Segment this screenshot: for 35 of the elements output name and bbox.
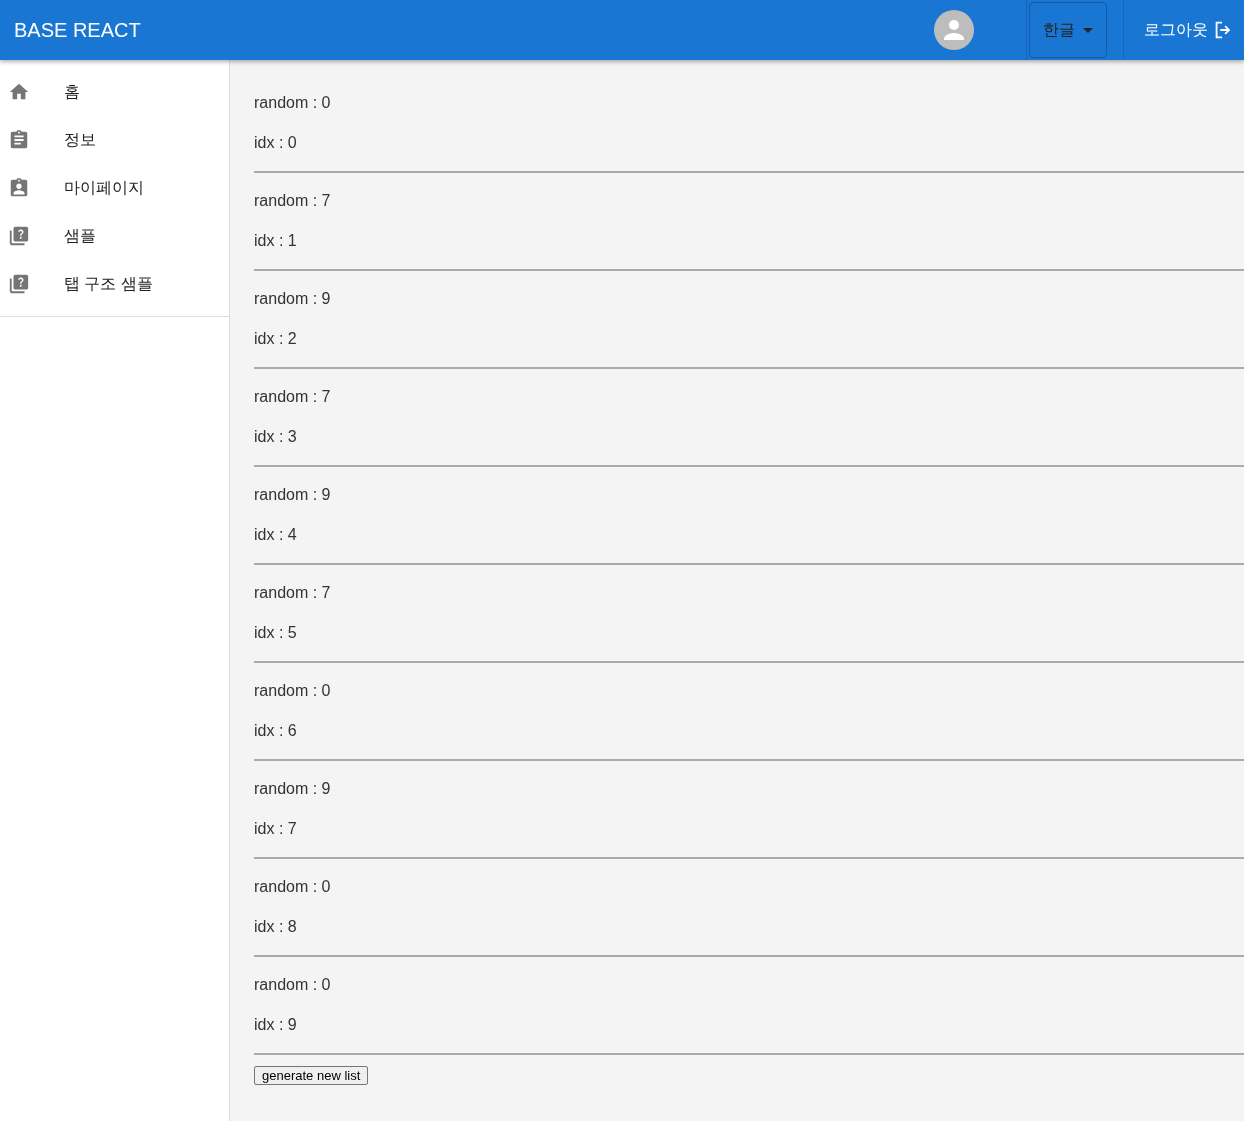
index-text: idx : 1	[254, 231, 298, 251]
clipboard-icon	[8, 129, 30, 151]
random-text: random : 0	[254, 93, 332, 113]
index-text: idx : 6	[254, 721, 298, 741]
index-text: idx : 2	[254, 329, 298, 349]
random-text: random : 9	[254, 485, 332, 505]
random-text: random : 0	[254, 877, 332, 897]
logout-button[interactable]: 로그아웃	[1124, 0, 1244, 60]
random-text: random : 9	[254, 779, 332, 799]
random-text: random : 0	[254, 681, 332, 701]
generate-button[interactable]: generate new list	[254, 1066, 369, 1085]
index-text: idx : 8	[254, 917, 298, 937]
contact-card-icon	[8, 177, 30, 199]
sidebar-item[interactable]: 정보	[0, 116, 229, 164]
sidebar-item[interactable]: 탭 구조 샘플	[0, 260, 229, 308]
random-text: random : 7	[254, 191, 332, 211]
index-text: idx : 4	[254, 525, 298, 545]
random-text: random : 7	[254, 387, 332, 407]
index-text: idx : 0	[254, 133, 298, 153]
language-dropdown[interactable]: 한글	[1029, 2, 1107, 58]
random-text: random : 9	[254, 289, 332, 309]
random-text: random : 0	[254, 975, 332, 995]
caret-icon	[1083, 27, 1093, 33]
question-book-icon	[8, 273, 30, 295]
sidebar-item[interactable]: 마이페이지	[0, 164, 229, 212]
index-text: idx : 7	[254, 819, 298, 839]
app-title: BASE REACT	[13, 18, 142, 42]
sidebar-item[interactable]: 홈	[0, 68, 229, 116]
question-book-icon	[8, 225, 30, 247]
index-text: idx : 5	[254, 623, 298, 643]
index-text: idx : 9	[254, 1015, 298, 1035]
index-text: idx : 3	[254, 427, 298, 447]
avatar-icon[interactable]	[934, 10, 974, 50]
random-text: random : 7	[254, 583, 332, 603]
sidebar-item[interactable]: 샘플	[0, 212, 229, 260]
